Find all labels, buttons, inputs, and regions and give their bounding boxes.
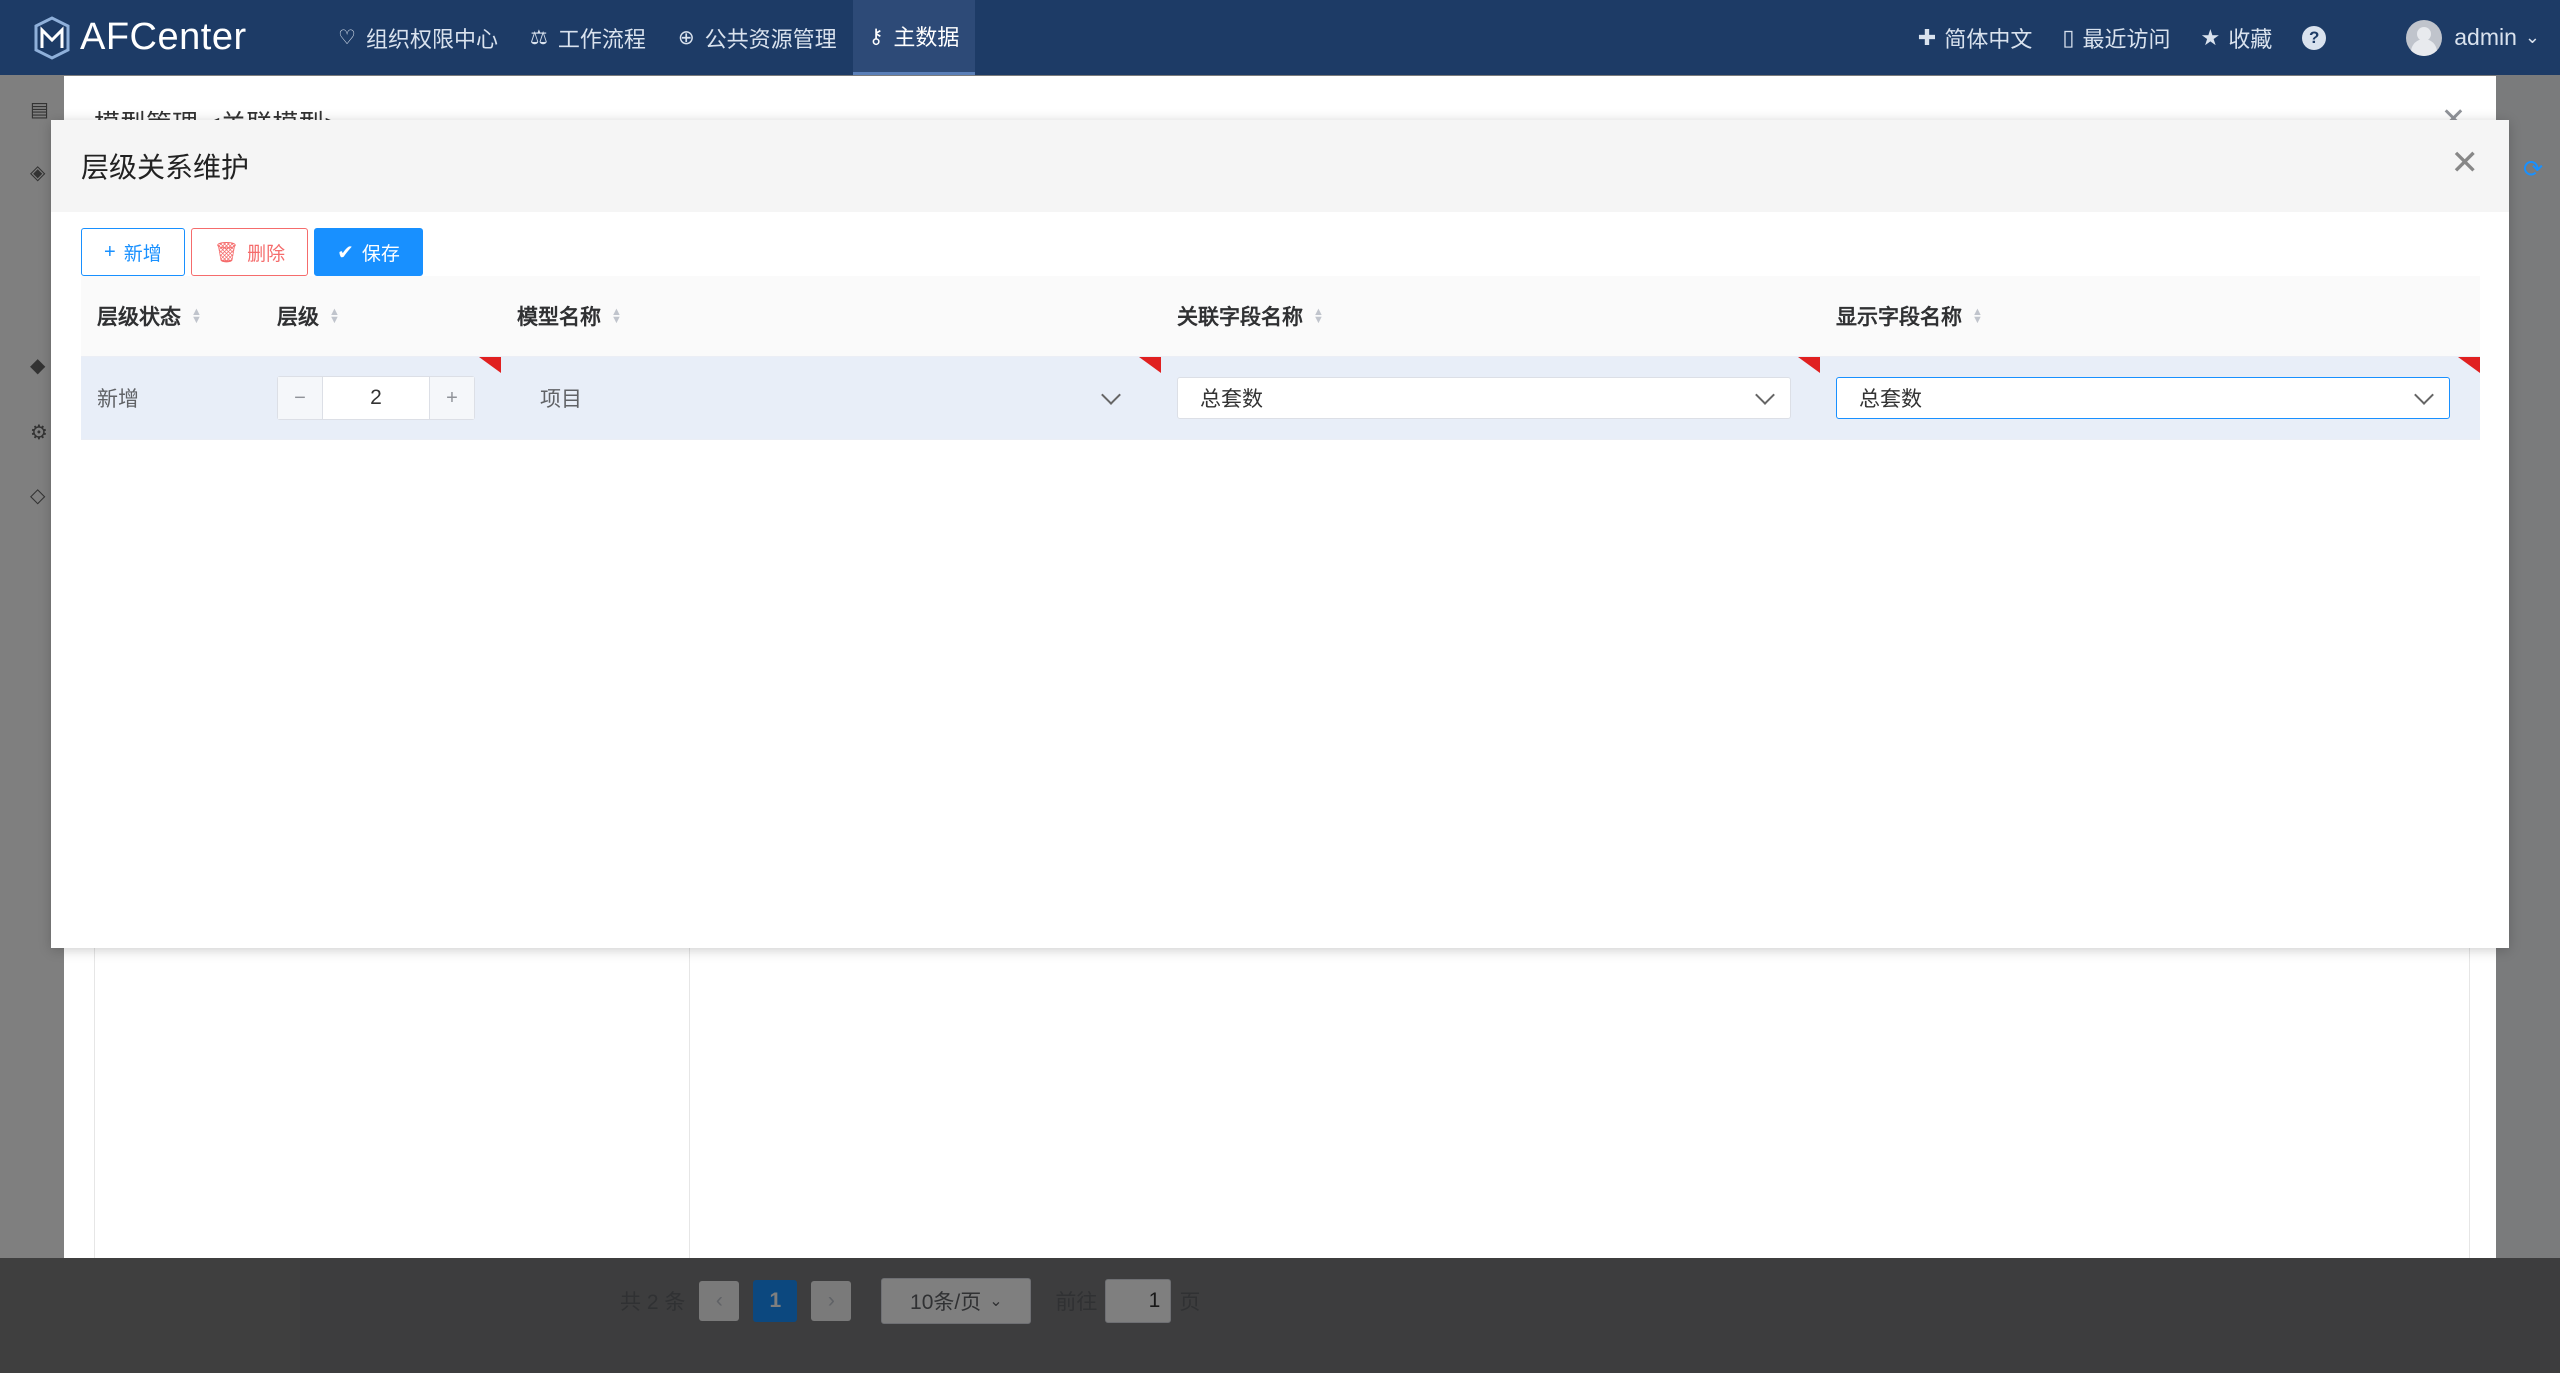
- binoculars-icon: ⊕: [677, 27, 695, 49]
- table-header: 层级状态 ▲ ▼ 层级 ▲ ▼ 模型名称 ▲ ▼ 关联字段名称 ▲ ▼ 显示字段名称 ▲…: [81, 276, 2480, 357]
- hierarchy-table: 层级状态 ▲ ▼ 层级 ▲ ▼ 模型名称 ▲ ▼ 关联字段名称 ▲ ▼ 显示字段名称 ▲…: [81, 276, 2480, 440]
- select-value: 总套数: [1200, 388, 1263, 411]
- dialog-toolbar: + 新增 🗑 删除 ✔ 保存: [81, 212, 2509, 276]
- dialog-header: 层级关系维护 ✕: [51, 120, 2509, 212]
- model-table-panel: [689, 946, 2470, 1258]
- header-tools: ✚ 简体中文 ▯ 最近访问 ★ 收藏 ? admin ⌄: [1918, 0, 2560, 75]
- table-row[interactable]: 新增 − 2 + 项目 总套数 总套数: [81, 357, 2480, 440]
- cell-display-field: 总套数: [1820, 357, 2480, 439]
- sort-icon[interactable]: ▲ ▼: [329, 307, 340, 326]
- help-icon[interactable]: ?: [2302, 25, 2327, 50]
- hierarchy-dialog: 层级关系维护 ✕ + 新增 🗑 删除 ✔ 保存 层级状态 ▲▼ 层级 ▲▼: [51, 120, 2509, 948]
- nav-label: 主数据: [893, 25, 960, 50]
- column-label: 层级状态: [97, 306, 181, 329]
- sort-icon[interactable]: ▲ ▼: [611, 307, 622, 326]
- data-key-icon: ⚷: [868, 25, 884, 48]
- top-header: AFCenter ♡ 组织权限中心 ⚖ 工作流程 ⊕ 公共资源管理 ⚷ 主数据 …: [0, 0, 2560, 75]
- column-label: 层级: [277, 306, 319, 329]
- column-label: 显示字段名称: [1836, 306, 1962, 329]
- chevron-down-icon: [2414, 385, 2434, 405]
- column-header-status[interactable]: 层级状态 ▲ ▼: [81, 301, 261, 331]
- status-text: 新增: [97, 388, 139, 411]
- decrement-button[interactable]: −: [278, 377, 323, 419]
- afcenter-logo-icon: [34, 15, 70, 60]
- clipboard-icon: ▯: [2062, 24, 2075, 50]
- check-circle-icon: ✔: [337, 241, 354, 264]
- chevron-down-icon[interactable]: ⌄: [2525, 27, 2540, 48]
- delete-button[interactable]: 🗑 删除: [190, 228, 309, 276]
- nav-label: 组织权限中心: [365, 26, 498, 52]
- column-header-level[interactable]: 层级 ▲ ▼: [261, 301, 501, 331]
- sort-icon[interactable]: ▲ ▼: [191, 307, 202, 326]
- cell-level: − 2 +: [261, 357, 501, 439]
- dialog-title: 层级关系维护: [81, 152, 250, 183]
- plus-icon: +: [104, 240, 116, 263]
- cell-model-name: 项目: [501, 357, 1161, 439]
- save-label: 保存: [361, 243, 400, 265]
- recent-label: 最近访问: [2082, 26, 2171, 52]
- plus-circle-icon: ✚: [1917, 24, 1937, 50]
- star-icon: ★: [2200, 24, 2221, 50]
- modal-mask-lower: [0, 1258, 2560, 1373]
- nav-workflow[interactable]: ⚖ 工作流程: [514, 0, 662, 75]
- column-header-model-name[interactable]: 模型名称 ▲ ▼: [501, 301, 1161, 331]
- modified-marker: [1139, 357, 1161, 373]
- increment-button[interactable]: +: [429, 377, 474, 419]
- nav-label: 公共资源管理: [704, 26, 837, 52]
- select-value: 项目: [540, 388, 582, 411]
- level-value[interactable]: 2: [323, 377, 429, 419]
- add-button[interactable]: + 新增: [81, 228, 185, 276]
- favorites[interactable]: ★ 收藏: [2201, 22, 2273, 54]
- language-switch[interactable]: ✚ 简体中文: [1918, 22, 2032, 54]
- display-field-select[interactable]: 总套数: [1836, 377, 2450, 419]
- link-field-select[interactable]: 总套数: [1177, 377, 1791, 419]
- close-icon[interactable]: ✕: [2451, 146, 2480, 180]
- nav-label: 工作流程: [557, 26, 646, 52]
- nav-public-resources[interactable]: ⊕ 公共资源管理: [662, 0, 853, 75]
- main-nav: ♡ 组织权限中心 ⚖ 工作流程 ⊕ 公共资源管理 ⚷ 主数据: [322, 0, 976, 75]
- column-label: 模型名称: [517, 306, 601, 329]
- heart-shield-icon: ♡: [338, 27, 356, 49]
- sort-icon[interactable]: ▲ ▼: [1313, 307, 1324, 326]
- trash-icon: 🗑: [213, 241, 240, 264]
- app-logo[interactable]: AFCenter: [32, 15, 322, 60]
- column-header-display-field[interactable]: 显示字段名称 ▲ ▼: [1820, 301, 2480, 331]
- nav-org-permission[interactable]: ♡ 组织权限中心: [322, 0, 514, 75]
- app-name: AFCenter: [80, 16, 247, 58]
- model-tree-panel: [94, 946, 690, 1258]
- language-label: 简体中文: [1944, 26, 2033, 52]
- user-name[interactable]: admin: [2454, 24, 2517, 51]
- modified-marker: [479, 357, 501, 373]
- level-stepper[interactable]: − 2 +: [277, 376, 475, 420]
- sort-icon[interactable]: ▲ ▼: [1972, 307, 1983, 326]
- favorites-label: 收藏: [2228, 26, 2273, 52]
- add-label: 新增: [123, 243, 162, 265]
- column-label: 关联字段名称: [1177, 306, 1303, 329]
- chevron-down-icon: [1755, 385, 1775, 405]
- cell-status: 新增: [81, 357, 261, 439]
- chevron-down-icon: [1101, 385, 1121, 405]
- avatar[interactable]: [2406, 19, 2443, 56]
- column-header-link-field[interactable]: 关联字段名称 ▲ ▼: [1161, 301, 1820, 331]
- delete-label: 删除: [247, 243, 286, 265]
- refresh-icon[interactable]: ⟳: [2523, 155, 2543, 184]
- save-button[interactable]: ✔ 保存: [314, 228, 423, 276]
- scale-icon: ⚖: [529, 27, 548, 49]
- nav-master-data[interactable]: ⚷ 主数据: [852, 0, 976, 75]
- cell-link-field: 总套数: [1161, 357, 1820, 439]
- model-name-select[interactable]: 项目: [517, 377, 1137, 419]
- modified-marker: [2458, 357, 2480, 373]
- modified-marker: [1798, 357, 1820, 373]
- recent-visits[interactable]: ▯ 最近访问: [2062, 22, 2170, 54]
- select-value: 总套数: [1859, 388, 1922, 411]
